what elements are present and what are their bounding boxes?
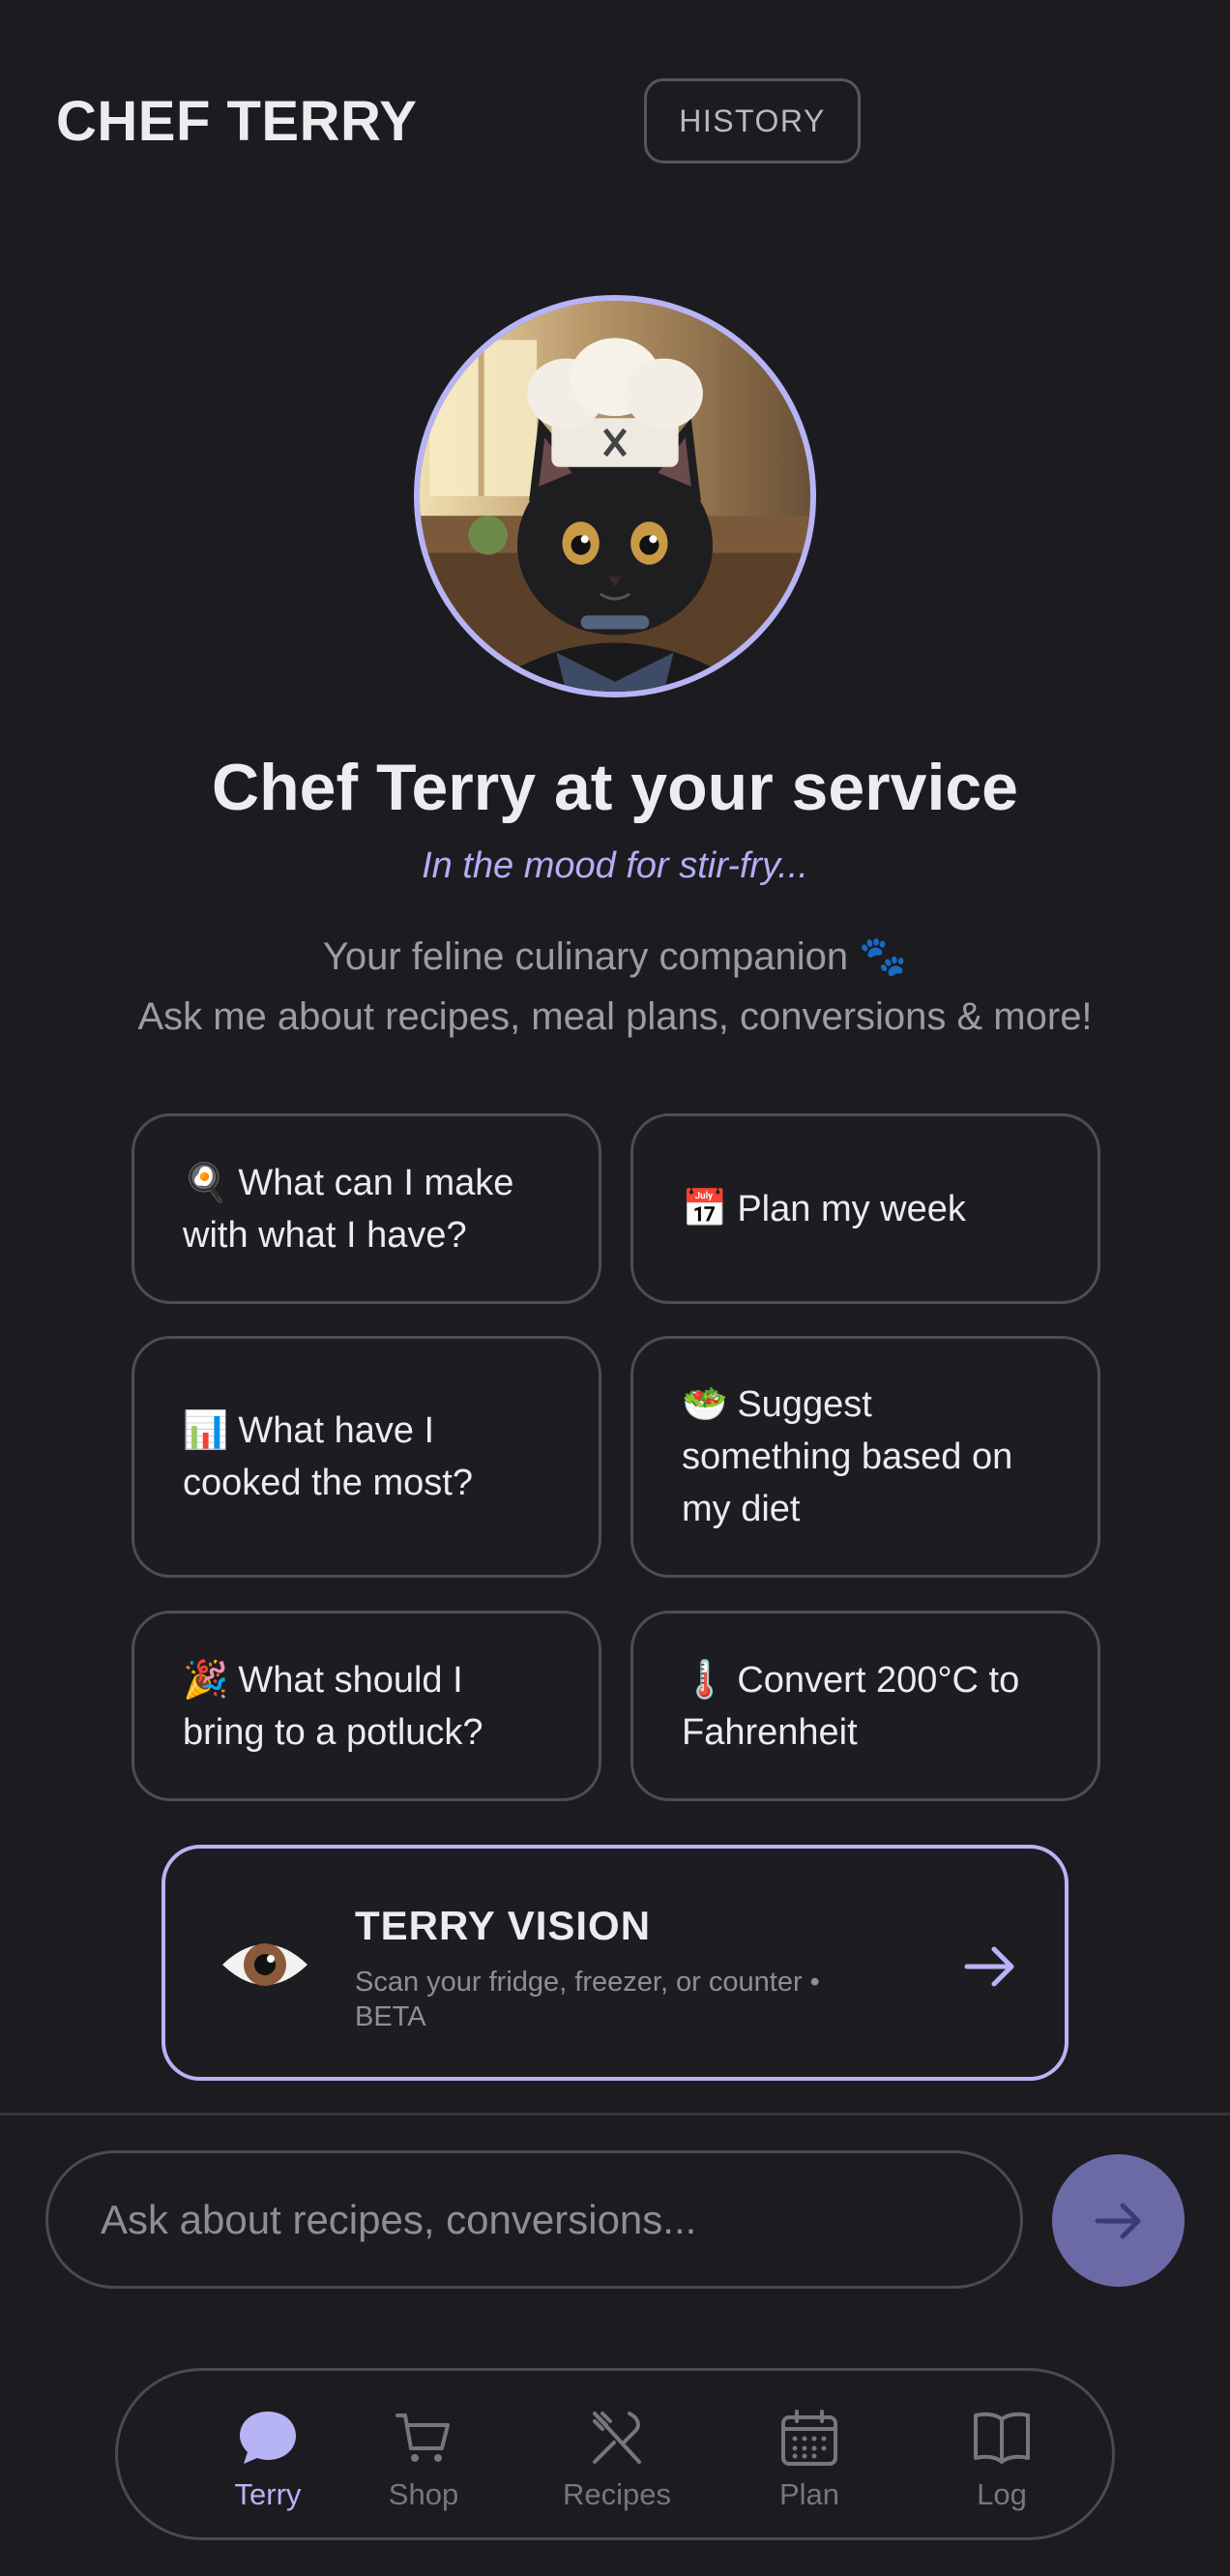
bottom-nav: Terry Shop Recipes Plan Log xyxy=(115,2368,1115,2540)
frying-pan-icon: 🍳 xyxy=(183,1162,229,1203)
arrow-right-icon xyxy=(964,1946,1014,1987)
thermometer-icon: 🌡️ xyxy=(682,1659,728,1701)
suggestion-text: Plan my week xyxy=(737,1188,966,1229)
nav-label: Plan xyxy=(778,2477,840,2511)
party-popper-icon: 🎉 xyxy=(183,1659,229,1701)
nav-item-log[interactable]: Log xyxy=(924,2371,1079,2537)
nav-item-shop[interactable]: Shop xyxy=(346,2371,501,2537)
terry-vision-button[interactable]: TERRY VISION Scan your fridge, freezer, … xyxy=(161,1845,1069,2081)
mood-text: In the mood for stir-fry... xyxy=(422,845,808,886)
suggestion-text: Suggest something based on my diet xyxy=(682,1384,1013,1529)
suggestion-what-can-i-make[interactable]: 🍳 What can I make with what I have? xyxy=(132,1113,601,1304)
suggestion-potluck[interactable]: 🎉 What should I bring to a potluck? xyxy=(132,1611,601,1801)
divider xyxy=(0,2113,1230,2116)
arrow-right-icon xyxy=(1095,2203,1140,2238)
nav-item-recipes[interactable]: Recipes xyxy=(540,2371,694,2537)
paw-icon: 🐾 xyxy=(859,935,908,978)
nav-label: Recipes xyxy=(563,2477,671,2511)
suggestion-based-on-diet[interactable]: 🥗 Suggest something based on my diet xyxy=(630,1336,1100,1578)
utensils-icon xyxy=(593,2412,641,2464)
cart-icon xyxy=(395,2413,450,2462)
nav-item-terry[interactable]: Terry xyxy=(190,2371,345,2537)
bar-chart-icon: 📊 xyxy=(183,1410,229,1451)
chef-terry-avatar xyxy=(414,295,816,697)
calendar-icon xyxy=(781,2410,837,2466)
nav-label: Terry xyxy=(234,2477,302,2511)
header: CHEF TERRY HISTORY xyxy=(0,0,1230,242)
app-title: CHEF TERRY xyxy=(56,90,418,153)
tagline-line-1: Your feline culinary companion xyxy=(322,935,849,978)
eye-icon xyxy=(222,1943,308,1986)
history-button[interactable]: HISTORY xyxy=(644,78,861,163)
chat-input[interactable] xyxy=(45,2150,1023,2289)
suggestion-text: Convert 200°C to Fahrenheit xyxy=(682,1659,1020,1753)
book-icon xyxy=(974,2412,1030,2464)
nav-label: Shop xyxy=(388,2477,459,2511)
salad-icon: 🥗 xyxy=(682,1384,728,1425)
suggestion-text: What can I make with what I have? xyxy=(183,1162,514,1256)
nav-item-plan[interactable]: Plan xyxy=(732,2371,887,2537)
send-button[interactable] xyxy=(1052,2154,1185,2287)
suggestion-plan-my-week[interactable]: 📅 Plan my week xyxy=(630,1113,1100,1304)
calendar-icon: 📅 xyxy=(682,1188,728,1229)
vision-subtitle: Scan your fridge, freezer, or counter • … xyxy=(355,1967,820,2032)
vision-title: TERRY VISION xyxy=(355,1903,652,1948)
nav-label: Log xyxy=(977,2477,1027,2511)
tagline: Your feline culinary companion 🐾 Ask me … xyxy=(0,927,1230,1047)
tagline-line-2: Ask me about recipes, meal plans, conver… xyxy=(137,995,1093,1038)
suggestion-convert-temperature[interactable]: 🌡️ Convert 200°C to Fahrenheit xyxy=(630,1611,1100,1801)
hero-title: Chef Terry at your service xyxy=(212,751,1018,824)
chat-bubble-icon xyxy=(240,2412,296,2464)
app-screen: CHEF TERRY HISTORY Chef Terry at your se… xyxy=(0,0,1230,2576)
suggestion-cooked-most[interactable]: 📊 What have I cooked the most? xyxy=(132,1336,601,1578)
